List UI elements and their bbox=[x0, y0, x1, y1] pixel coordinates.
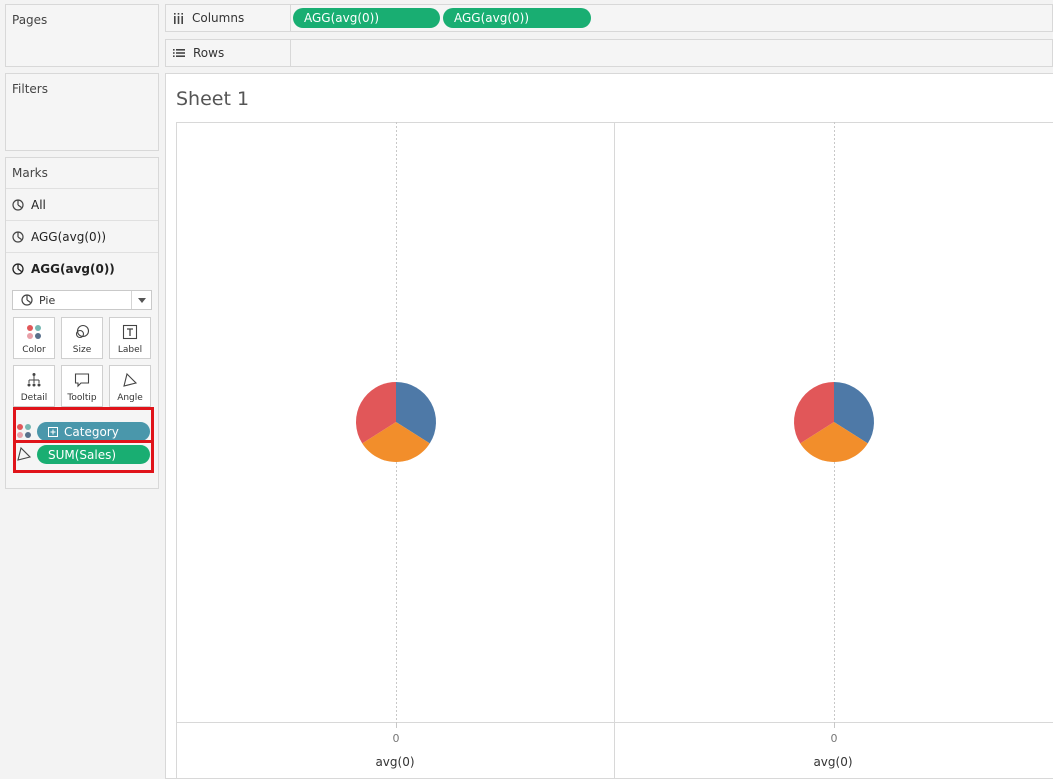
pie-icon bbox=[12, 230, 24, 243]
angle-button-label: Angle bbox=[117, 393, 143, 403]
rows-label: Rows bbox=[193, 46, 225, 60]
rows-shelf-label: Rows bbox=[166, 40, 291, 66]
marks-tab-agg-1[interactable]: AGG(avg(0)) bbox=[6, 220, 158, 252]
columns-pill-1[interactable]: AGG(avg(0)) bbox=[293, 8, 440, 28]
columns-label: Columns bbox=[192, 11, 245, 25]
text-label-icon bbox=[122, 324, 138, 340]
filters-card[interactable]: Filters bbox=[5, 73, 159, 151]
x-axis-tick: 0 bbox=[830, 732, 838, 745]
tooltip-button[interactable]: Tooltip bbox=[61, 365, 103, 407]
detail-button-label: Detail bbox=[20, 393, 48, 403]
x-axis-tick: 0 bbox=[392, 732, 400, 745]
mark-type-dropdown[interactable]: Pie bbox=[12, 290, 152, 310]
pie-chart-view[interactable] bbox=[166, 74, 1053, 779]
filters-title: Filters bbox=[12, 82, 48, 96]
marks-tab-agg-2[interactable]: AGG(avg(0)) bbox=[6, 252, 158, 284]
x-axis-title: avg(0) bbox=[813, 755, 853, 769]
marks-tab-label: AGG(avg(0)) bbox=[31, 261, 115, 276]
columns-pill-label: AGG(avg(0)) bbox=[304, 11, 380, 25]
marks-tab-all[interactable]: All bbox=[6, 188, 158, 220]
size-icon bbox=[75, 324, 90, 339]
label-button-label: Label bbox=[117, 345, 143, 355]
mark-type-label: Pie bbox=[39, 293, 56, 307]
pages-title: Pages bbox=[12, 13, 48, 27]
angle-icon bbox=[123, 372, 138, 387]
detail-button[interactable]: Detail bbox=[13, 365, 55, 407]
pages-card[interactable]: Pages bbox=[5, 4, 159, 67]
marks-title: Marks bbox=[12, 166, 48, 180]
worksheet-view[interactable]: Sheet 1 0 avg(0) 0 avg(0) bbox=[165, 73, 1053, 779]
pie-icon bbox=[21, 294, 33, 306]
angle-button[interactable]: Angle bbox=[109, 365, 151, 407]
size-button[interactable]: Size bbox=[61, 317, 103, 359]
pie-icon bbox=[12, 198, 24, 211]
label-button[interactable]: Label bbox=[109, 317, 151, 359]
rows-icon bbox=[173, 49, 185, 57]
tooltip-icon bbox=[74, 373, 90, 388]
highlight-box-sales bbox=[13, 440, 154, 473]
color-button[interactable]: Color bbox=[13, 317, 55, 359]
marks-tab-label: All bbox=[31, 197, 46, 212]
columns-icon bbox=[174, 12, 183, 24]
columns-pill-2[interactable]: AGG(avg(0)) bbox=[443, 8, 591, 28]
columns-shelf[interactable]: Columns AGG(avg(0)) AGG(avg(0)) bbox=[165, 4, 1053, 32]
marks-tab-label: AGG(avg(0)) bbox=[31, 229, 107, 244]
color-icon bbox=[27, 325, 41, 339]
size-button-label: Size bbox=[72, 345, 92, 355]
rows-shelf[interactable]: Rows bbox=[165, 39, 1053, 67]
tooltip-button-label: Tooltip bbox=[67, 393, 97, 403]
highlight-box-category bbox=[13, 407, 154, 443]
columns-pill-label: AGG(avg(0)) bbox=[454, 11, 530, 25]
color-button-label: Color bbox=[22, 345, 46, 355]
detail-icon bbox=[27, 373, 41, 387]
x-axis-title: avg(0) bbox=[375, 755, 415, 769]
columns-shelf-label: Columns bbox=[166, 5, 291, 31]
pie-icon bbox=[12, 262, 24, 275]
chevron-down-icon[interactable] bbox=[131, 291, 151, 309]
